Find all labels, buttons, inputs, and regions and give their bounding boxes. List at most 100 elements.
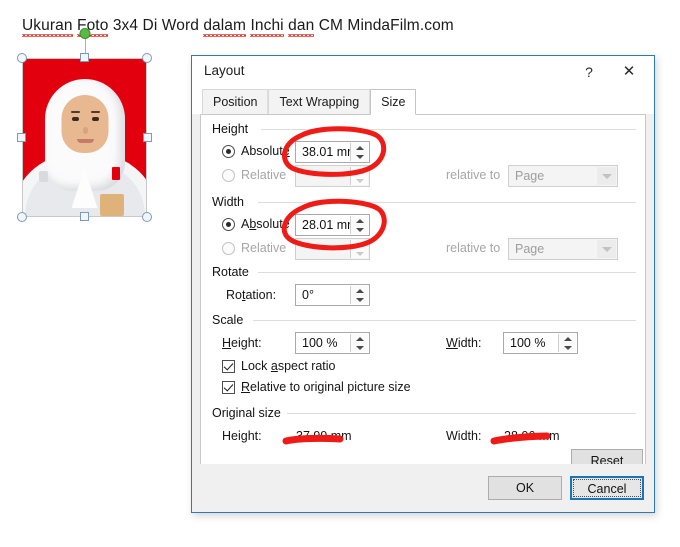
width-group-title: Width bbox=[212, 195, 250, 209]
dialog-body-size-panel: Height Absolute 38.01 mm Relative relati… bbox=[200, 114, 646, 476]
width-relative-spin-down bbox=[351, 249, 368, 258]
tab-position[interactable]: Position bbox=[202, 89, 269, 114]
rotate-group-title: Rotate bbox=[212, 265, 255, 279]
scale-width-label: Width: bbox=[446, 336, 482, 350]
height-absolute-spinner[interactable] bbox=[350, 143, 368, 161]
layout-dialog: Layout ? ✕ Position Text Wrapping Size Hei… bbox=[191, 55, 655, 513]
width-relative-to-value: Page bbox=[515, 242, 545, 256]
rotate-group-rule bbox=[258, 272, 636, 273]
height-relative-radio[interactable] bbox=[222, 169, 235, 182]
ok-button[interactable]: OK bbox=[488, 476, 562, 500]
passport-photo-image[interactable] bbox=[22, 58, 147, 217]
scale-width-value: 100 % bbox=[510, 336, 546, 350]
close-icon[interactable]: ✕ bbox=[614, 60, 644, 84]
width-relative-to-combo: Page bbox=[508, 238, 618, 260]
resize-handle-top-right[interactable] bbox=[142, 53, 152, 63]
height-absolute-field[interactable]: 38.01 mm bbox=[295, 141, 370, 163]
height-group-title: Height bbox=[212, 122, 255, 136]
width-absolute-label: Absolute bbox=[241, 217, 290, 231]
scale-height-label: Height: bbox=[222, 336, 262, 350]
focus-ring bbox=[573, 479, 641, 497]
photo-mouth bbox=[77, 139, 94, 143]
width-relative-spinner bbox=[350, 240, 368, 258]
height-absolute-label: Absolute bbox=[241, 144, 290, 158]
scale-width-field[interactable]: 100 % bbox=[503, 332, 578, 354]
resize-handle-top-center[interactable] bbox=[80, 53, 89, 62]
width-relative-label: Relative bbox=[241, 241, 287, 255]
rotation-spin-down[interactable] bbox=[351, 295, 368, 304]
resize-handle-top-left[interactable] bbox=[17, 53, 27, 63]
scale-height-spinner[interactable] bbox=[350, 334, 368, 352]
resize-handle-bottom-left[interactable] bbox=[17, 212, 27, 222]
relative-to-original-label: Relative to original picture size bbox=[241, 380, 411, 394]
chevron-down-icon bbox=[597, 240, 616, 258]
photo-eye-right bbox=[92, 117, 99, 121]
width-group-rule bbox=[258, 202, 636, 203]
tab-text-wrapping[interactable]: Text Wrapping bbox=[268, 89, 371, 114]
photo-eyebrow-left bbox=[71, 111, 80, 113]
selected-picture-frame[interactable] bbox=[17, 28, 152, 222]
photo-badge bbox=[39, 171, 48, 182]
width-absolute-spin-up[interactable] bbox=[351, 216, 368, 225]
rotation-spinner[interactable] bbox=[350, 286, 368, 304]
scale-height-value: 100 % bbox=[302, 336, 338, 350]
photo-pocket bbox=[100, 194, 124, 216]
scale-height-field[interactable]: 100 % bbox=[295, 332, 370, 354]
width-relative-to-label: relative to bbox=[446, 241, 501, 255]
width-relative-radio[interactable] bbox=[222, 242, 235, 255]
height-relative-to-value: Page bbox=[515, 169, 545, 183]
heading-plain: 3x4 Di Word bbox=[108, 17, 204, 34]
dialog-tab-strip: Position Text Wrapping Size bbox=[192, 89, 654, 115]
width-absolute-radio[interactable] bbox=[222, 218, 235, 231]
photo-eye-left bbox=[72, 117, 79, 121]
height-group-rule bbox=[261, 129, 636, 130]
height-relative-spin-up bbox=[351, 167, 368, 176]
height-relative-to-combo: Page bbox=[508, 165, 618, 187]
heading-word: Inchi bbox=[250, 17, 284, 37]
resize-handle-middle-left[interactable] bbox=[17, 133, 26, 142]
rotation-label: Rotation: bbox=[226, 288, 277, 302]
tab-size[interactable]: Size bbox=[370, 89, 417, 115]
height-absolute-spin-up[interactable] bbox=[351, 143, 368, 152]
photo-face bbox=[61, 95, 108, 153]
scale-height-spin-down[interactable] bbox=[351, 343, 368, 352]
height-absolute-spin-down[interactable] bbox=[351, 152, 368, 161]
resize-handle-bottom-right[interactable] bbox=[142, 212, 152, 222]
photo-eyebrow-right bbox=[91, 111, 100, 113]
height-absolute-radio[interactable] bbox=[222, 145, 235, 158]
scale-group-title: Scale bbox=[212, 313, 250, 327]
heading-word: dalam bbox=[203, 17, 247, 37]
resize-handle-bottom-center[interactable] bbox=[80, 212, 89, 221]
cancel-button[interactable]: Cancel bbox=[570, 476, 644, 500]
dialog-footer: OK Cancel bbox=[192, 464, 654, 512]
original-size-group-title: Original size bbox=[212, 406, 287, 420]
scale-height-spin-up[interactable] bbox=[351, 334, 368, 343]
original-size-group-rule bbox=[284, 413, 636, 414]
height-relative-field bbox=[295, 165, 370, 187]
rotation-spin-up[interactable] bbox=[351, 286, 368, 295]
rotation-field[interactable]: 0° bbox=[295, 284, 370, 306]
height-relative-to-label: relative to bbox=[446, 168, 501, 182]
scale-width-spinner[interactable] bbox=[558, 334, 576, 352]
photo-nose bbox=[83, 127, 88, 134]
heading-word: Ukuran bbox=[22, 17, 73, 37]
original-height-value: 37.99 mm bbox=[296, 429, 352, 443]
rotation-handle[interactable] bbox=[79, 28, 90, 39]
relative-to-original-checkbox[interactable] bbox=[222, 381, 235, 394]
scale-group-rule bbox=[253, 320, 636, 321]
original-width-value: 28.06 mm bbox=[504, 429, 560, 443]
width-relative-field bbox=[295, 238, 370, 260]
scale-width-spin-up[interactable] bbox=[559, 334, 576, 343]
dialog-titlebar[interactable]: Layout ? ✕ bbox=[192, 56, 654, 89]
heading-plain: CM MindaFilm.com bbox=[314, 17, 454, 34]
width-absolute-spin-down[interactable] bbox=[351, 225, 368, 234]
width-absolute-field[interactable]: 28.01 mm bbox=[295, 214, 370, 236]
dialog-title: Layout bbox=[204, 63, 245, 78]
help-icon[interactable]: ? bbox=[576, 60, 602, 84]
width-absolute-spinner[interactable] bbox=[350, 216, 368, 234]
scale-width-spin-down[interactable] bbox=[559, 343, 576, 352]
heading-word: dan bbox=[288, 17, 315, 37]
lock-aspect-ratio-checkbox[interactable] bbox=[222, 360, 235, 373]
resize-handle-middle-right[interactable] bbox=[143, 133, 152, 142]
chevron-down-icon bbox=[597, 167, 616, 185]
